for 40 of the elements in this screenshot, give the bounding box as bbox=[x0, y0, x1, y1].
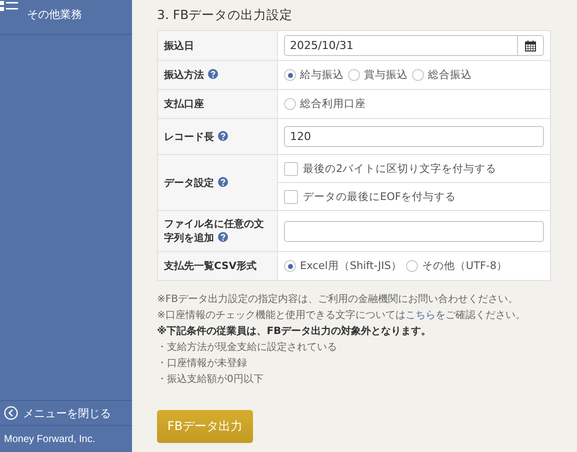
date-field[interactable]: 2025/10/31 bbox=[284, 35, 518, 56]
radio-button[interactable] bbox=[284, 260, 296, 272]
note-text: ・支給方法が現金支給に設定されている bbox=[157, 340, 338, 355]
option-label: その他（UTF-8） bbox=[422, 259, 508, 273]
field-label: ファイル名に任意の文字列を追加 bbox=[164, 219, 264, 244]
calendar-button[interactable] bbox=[518, 35, 544, 56]
option-label: 総合利用口座 bbox=[300, 97, 366, 111]
field-label: 支払口座 bbox=[164, 99, 204, 110]
close-menu-link[interactable]: メニューを閉じる bbox=[0, 400, 132, 426]
checkbox[interactable] bbox=[284, 190, 298, 204]
chevron-left-icon bbox=[4, 406, 18, 420]
link[interactable]: こちら bbox=[405, 310, 436, 321]
field-label: 振込方法 bbox=[164, 70, 218, 81]
note-text: ・振込支給額が0円以下 bbox=[157, 372, 264, 387]
radio-button[interactable] bbox=[406, 260, 418, 272]
note-text: ※下記条件の従業員は、FBデータ出力の対象外となります。 bbox=[157, 324, 432, 339]
text-field[interactable] bbox=[284, 220, 544, 242]
sidebar-item[interactable]: その他業務 bbox=[0, 0, 132, 34]
text-field[interactable]: 120 bbox=[284, 126, 544, 147]
radio-button[interactable] bbox=[348, 69, 360, 81]
company-name: Money Forward, Inc. bbox=[3, 432, 96, 446]
field-label: 支払先一覧CSV形式 bbox=[164, 261, 256, 272]
radio-button[interactable] bbox=[412, 69, 424, 81]
note-text: ・口座情報が未登録 bbox=[157, 356, 248, 371]
note-text: ※口座情報のチェック機能と使用できる文字についてはこちら をご確認ください。 bbox=[157, 308, 526, 323]
field-label: レコード長 bbox=[164, 132, 228, 142]
calendar-icon bbox=[525, 40, 536, 52]
checkbox[interactable] bbox=[284, 162, 298, 176]
radio-button[interactable] bbox=[284, 98, 296, 110]
radio-button[interactable] bbox=[284, 69, 296, 81]
option-label: 賞与振込 bbox=[364, 68, 408, 82]
section-title: 3. FBデータの出力設定 bbox=[157, 6, 294, 24]
option-label: データの最後にEOFを付与する bbox=[303, 190, 456, 204]
field-label: データ設定 bbox=[164, 178, 228, 188]
field-label: 振込日 bbox=[164, 40, 194, 52]
option-label: 給与振込 bbox=[300, 68, 344, 82]
option-label: 最後の2バイトに区切り文字を付与する bbox=[303, 162, 497, 176]
option-label: Excel用（Shift-JIS） bbox=[300, 259, 402, 273]
option-label: 総合振込 bbox=[428, 68, 472, 82]
note-text: ※FBデータ出力設定の指定内容は、ご利用の金融機関にお問い合わせください。 bbox=[157, 292, 519, 307]
